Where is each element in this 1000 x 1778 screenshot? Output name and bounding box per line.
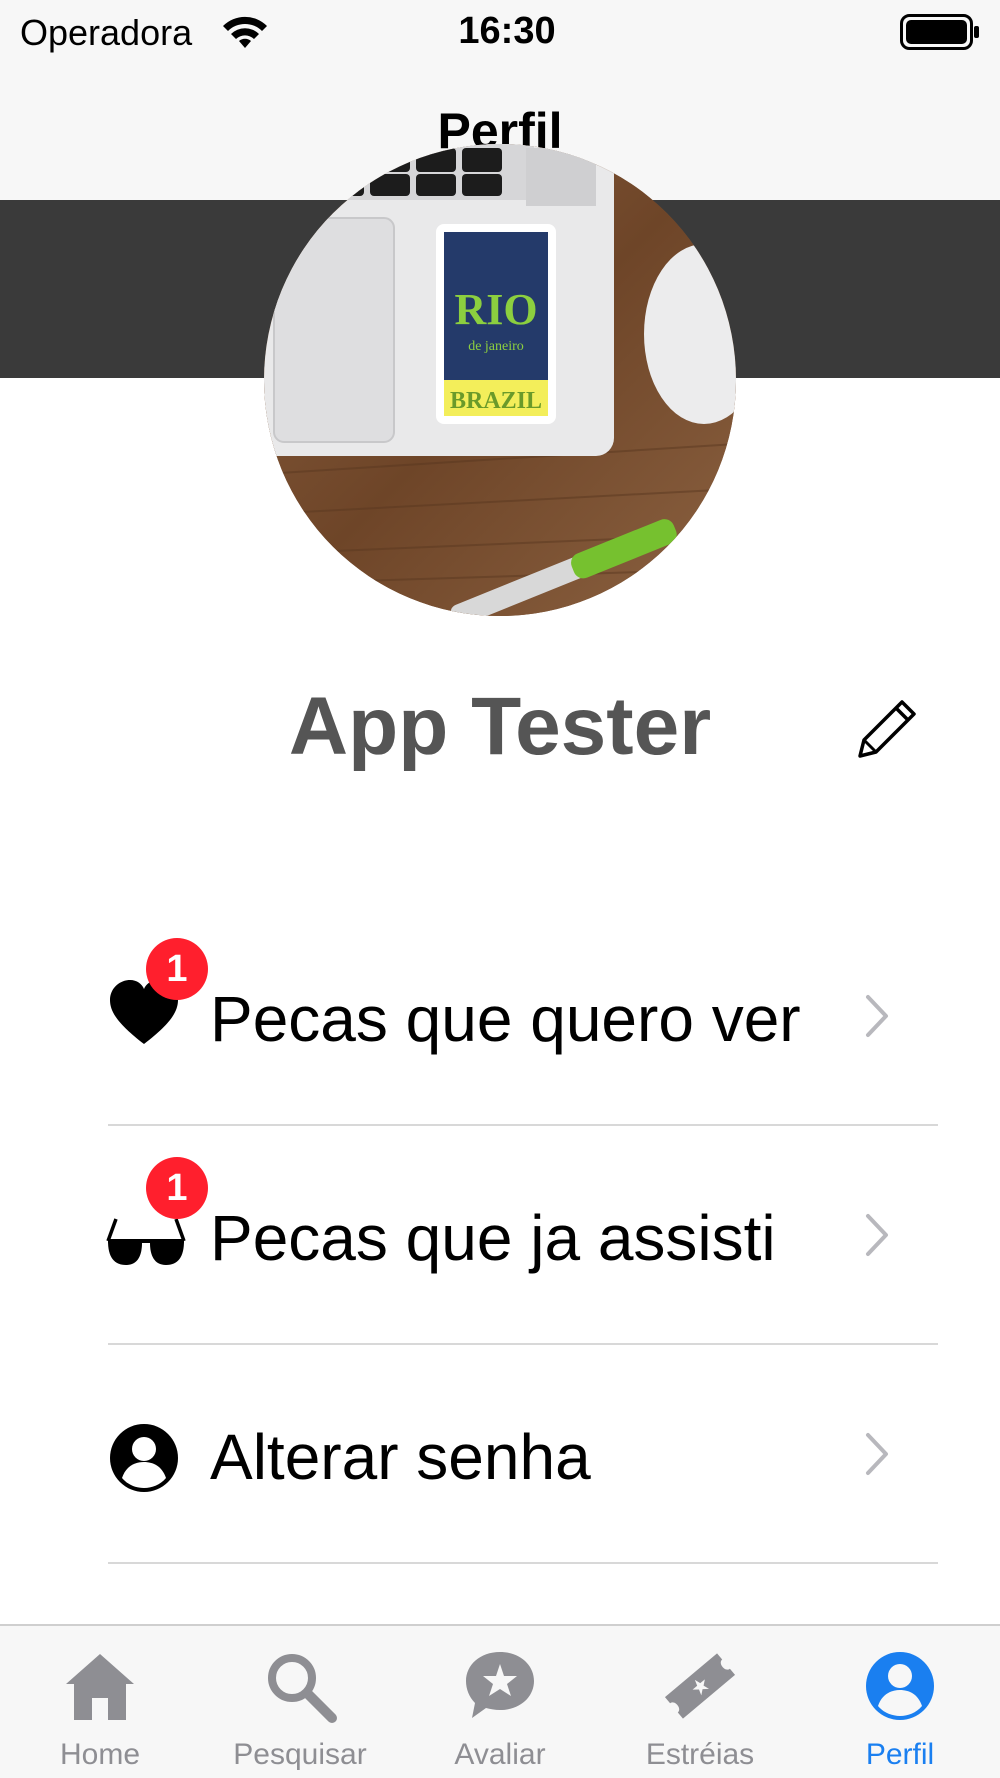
notification-badge: 1 <box>146 938 208 1000</box>
tab-label: Pesquisar <box>233 1738 367 1771</box>
svg-text:de janeiro: de janeiro <box>468 339 524 354</box>
svg-text:BRAZIL: BRAZIL <box>450 388 542 414</box>
profile-name: App Tester <box>288 681 712 772</box>
pencil-icon[interactable] <box>852 692 924 764</box>
ticket-icon <box>664 1653 736 1719</box>
home-icon <box>66 1654 134 1720</box>
notification-badge: 1 <box>146 1157 208 1219</box>
svg-text:RIO: RIO <box>454 285 537 334</box>
menu-item-change-password[interactable]: Alterar senha <box>108 1346 938 1564</box>
menu-item-label: Alterar senha <box>210 1421 591 1493</box>
tab-label: Estréias <box>645 1738 755 1771</box>
avatar[interactable]: RIO de janeiro BRAZIL <box>264 144 736 616</box>
profile-icon <box>866 1652 934 1720</box>
tab-label: Avaliar <box>454 1738 546 1771</box>
tab-search[interactable]: Pesquisar <box>200 1626 400 1778</box>
menu-item-already-watched[interactable]: 1 Pecas que ja assisti <box>106 1127 938 1345</box>
user-circle-icon <box>110 1424 178 1492</box>
chevron-right-icon <box>866 1433 888 1475</box>
tab-premieres[interactable]: Estréias <box>600 1626 800 1778</box>
avatar-photo: RIO de janeiro BRAZIL <box>264 144 736 616</box>
tab-label: Perfil <box>865 1738 935 1771</box>
tab-bar: Home Pesquisar Avaliar Estréias Perfil <box>0 1624 1000 1778</box>
chevron-right-icon <box>866 1214 888 1256</box>
tab-label: Home <box>59 1738 141 1771</box>
star-chat-icon <box>466 1652 534 1718</box>
status-bar: Operadora 16:30 <box>0 0 1000 64</box>
menu-item-label: Pecas que ja assisti <box>210 1202 776 1274</box>
chevron-right-icon <box>866 995 888 1037</box>
tab-profile[interactable]: Perfil <box>800 1626 1000 1778</box>
tab-home[interactable]: Home <box>0 1626 200 1778</box>
tab-rate[interactable]: Avaliar <box>400 1626 600 1778</box>
status-time-text: 16:30 <box>458 10 556 52</box>
menu-item-want-to-see[interactable]: 1 Pecas que quero ver <box>108 908 938 1126</box>
status-time: 16:30 <box>0 10 1000 53</box>
search-icon <box>268 1654 337 1723</box>
battery-icon <box>900 14 979 50</box>
menu-item-label: Pecas que quero ver <box>210 983 801 1055</box>
